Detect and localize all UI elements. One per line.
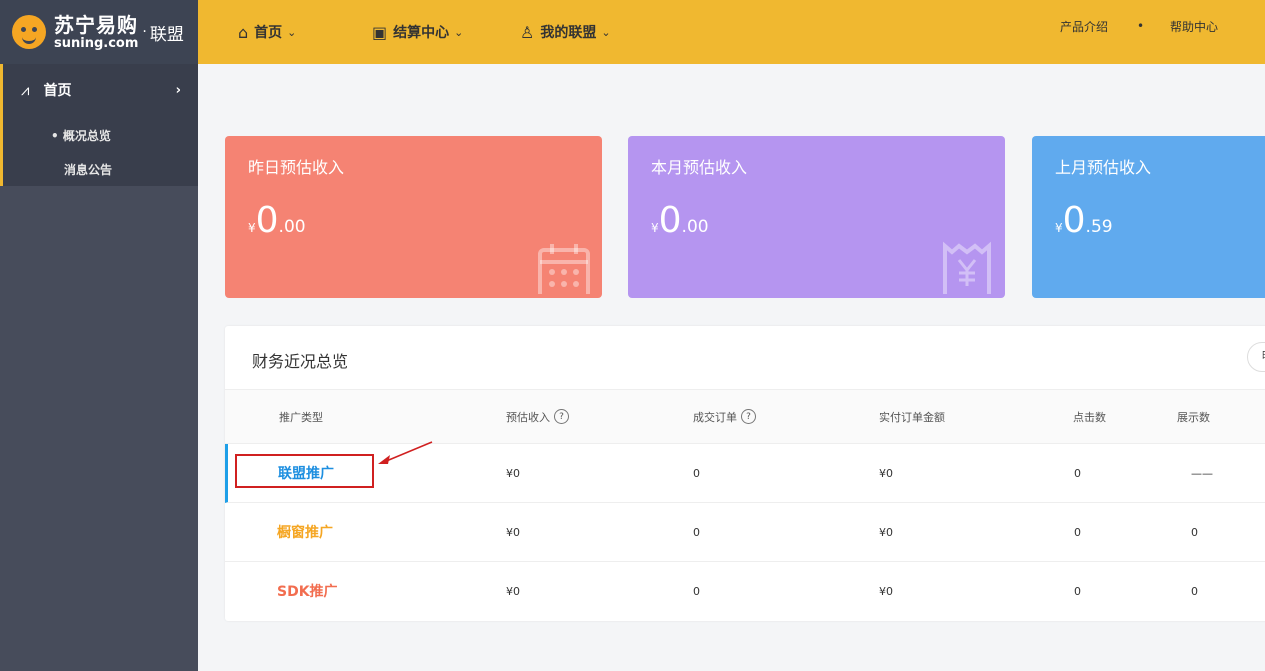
table-row[interactable]: SDK推广 ¥0 0 ¥0 0 0 <box>225 562 1265 621</box>
calendar-icon <box>536 242 592 298</box>
annotation-arrow-icon <box>378 441 433 464</box>
nav-settlement[interactable]: ▣ 结算中心 ⌄ <box>372 0 463 64</box>
views-cell: 0 <box>1191 584 1198 598</box>
brand-dot: · <box>142 24 147 40</box>
help-icon[interactable]: ? <box>741 409 756 424</box>
card-title: 本月预估收入 <box>651 158 748 177</box>
value-decimal: .59 <box>1085 217 1113 237</box>
column-header: 成交订单 <box>693 410 737 424</box>
sidebar-item-home[interactable]: ⩘ 首页 › <box>21 80 181 100</box>
column-header: 展示数 <box>1177 410 1210 424</box>
nav-home[interactable]: ⌂ 首页 ⌄ <box>238 0 296 64</box>
sidebar-item-overview[interactable]: • 概况总览 <box>51 127 111 144</box>
clicks-cell: 0 <box>1074 525 1081 539</box>
paid-amount-cell: ¥0 <box>879 466 893 480</box>
income-cell: ¥0 <box>506 525 520 539</box>
column-header: 推广类型 <box>279 410 323 424</box>
yesterday-income-card: 昨日预估收入 ¥ 0 .00 <box>225 136 602 298</box>
time-filter-button[interactable]: 时 <box>1247 342 1265 372</box>
views-cell: 0 <box>1191 525 1198 539</box>
sidebar-overview-label: 概况总览 <box>62 129 111 143</box>
chevron-right-icon: › <box>175 82 181 98</box>
clicks-cell: 0 <box>1074 466 1081 480</box>
promotion-type[interactable]: SDK推广 <box>277 562 338 620</box>
chevron-down-icon: ⌄ <box>454 25 464 39</box>
brand-name-cn: 苏宁易购 <box>54 12 138 37</box>
help-center-link[interactable]: 帮助中心 <box>1170 0 1218 52</box>
orders-cell: 0 <box>693 466 700 480</box>
column-header: 预估收入 <box>506 410 550 424</box>
chevron-down-icon: ⌄ <box>287 25 297 39</box>
value-integer: 0 <box>1062 200 1086 241</box>
settlement-icon: ▣ <box>372 22 388 42</box>
brand-logo[interactable]: 苏宁易购 suning.com · 联盟 <box>0 0 198 64</box>
value-integer: 0 <box>658 200 682 241</box>
brand-union: 联盟 <box>149 24 184 45</box>
chevron-down-icon: ⌄ <box>601 25 611 39</box>
highlight-box <box>235 454 374 488</box>
currency-symbol: ¥ <box>1055 221 1063 235</box>
finance-overview-panel: 财务近况总览 时 推广类型 预估收入 ? 成交订单 ? 实付订单金额 点击数 展… <box>225 326 1265 621</box>
brand-text: 苏宁易购 suning.com <box>54 15 138 50</box>
card-title: 昨日预估收入 <box>248 158 345 177</box>
panel-title: 财务近况总览 <box>252 352 349 371</box>
card-value: ¥ 0 .59 <box>1055 200 1113 241</box>
clicks-cell: 0 <box>1074 584 1081 598</box>
top-header: 苏宁易购 suning.com · 联盟 ⌂ 首页 ⌄ ▣ 结算中心 ⌄ ♙ 我… <box>0 0 1265 64</box>
chart-line-icon: ⩘ <box>21 81 30 99</box>
help-icon[interactable]: ? <box>554 409 569 424</box>
card-value: ¥ 0 .00 <box>651 200 709 241</box>
card-value: ¥ 0 .00 <box>248 200 306 241</box>
paid-amount-cell: ¥0 <box>879 525 893 539</box>
orders-cell: 0 <box>693 584 700 598</box>
active-bullet: • <box>51 129 59 143</box>
orders-cell: 0 <box>693 525 700 539</box>
nav-my-union[interactable]: ♙ 我的联盟 ⌄ <box>520 0 611 64</box>
product-intro-link[interactable]: 产品介绍 <box>1060 0 1108 52</box>
income-cell: ¥0 <box>506 584 520 598</box>
paid-amount-cell: ¥0 <box>879 584 893 598</box>
sidebar: ⩘ 首页 › • 概况总览 消息公告 <box>0 64 198 671</box>
card-title: 上月预估收入 <box>1055 158 1152 177</box>
brand-name-en: suning.com <box>54 35 139 51</box>
sidebar-item-notices[interactable]: 消息公告 <box>64 161 112 178</box>
sidebar-notices-label: 消息公告 <box>64 163 113 177</box>
nav-my-union-label: 我的联盟 <box>540 25 597 41</box>
lion-logo-icon <box>12 15 46 49</box>
column-header: 点击数 <box>1073 410 1106 424</box>
top-link-separator: • <box>1137 19 1145 33</box>
receipt-icon <box>939 240 995 298</box>
value-integer: 0 <box>255 200 279 241</box>
income-cell: ¥0 <box>506 466 520 480</box>
sidebar-active-group: ⩘ 首页 › • 概况总览 消息公告 <box>0 64 198 186</box>
currency-symbol: ¥ <box>651 221 659 235</box>
views-cell: —— <box>1191 466 1213 480</box>
user-icon: ♙ <box>520 22 535 42</box>
home-icon: ⌂ <box>238 22 249 42</box>
column-header-income: 预估收入 ? <box>506 390 569 443</box>
nav-settlement-label: 结算中心 <box>393 25 450 41</box>
value-decimal: .00 <box>681 217 709 237</box>
currency-symbol: ¥ <box>248 221 256 235</box>
promotion-type[interactable]: 橱窗推广 <box>277 503 333 561</box>
column-header: 实付订单金额 <box>879 410 945 424</box>
sidebar-home-label: 首页 <box>43 83 72 99</box>
value-decimal: .00 <box>278 217 306 237</box>
table-row[interactable]: 橱窗推广 ¥0 0 ¥0 0 0 <box>225 503 1265 562</box>
this-month-income-card: 本月预估收入 ¥ 0 .00 <box>628 136 1005 298</box>
nav-home-label: 首页 <box>254 25 283 41</box>
last-month-income-card: 上月预估收入 ¥ 0 .59 <box>1032 136 1265 298</box>
column-header-orders: 成交订单 ? <box>693 390 756 443</box>
